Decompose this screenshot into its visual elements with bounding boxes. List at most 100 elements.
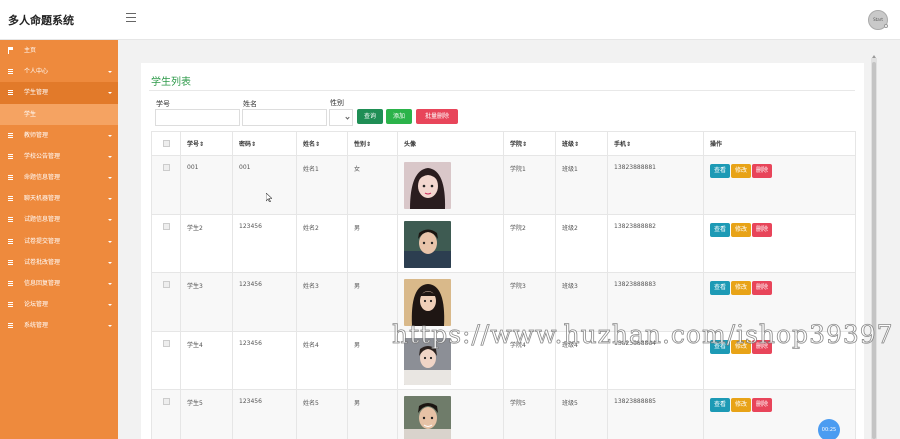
sidebar-subitem-student[interactable]: 学生 xyxy=(0,103,118,125)
scroll-up-icon[interactable] xyxy=(872,55,876,58)
cell-student-no: 学生2 xyxy=(180,213,233,273)
scrollbar-thumb[interactable] xyxy=(872,62,876,439)
row-checkbox[interactable] xyxy=(151,272,181,332)
student-table: 学号⇕ 密码⇕ 姓名⇕ 性别⇕ 头像 学院⇕ 班级⇕ 手机⇕ 操作 001 00… xyxy=(151,131,856,439)
sidebar-item-proposition-info[interactable]: 命题信息管理 xyxy=(0,167,118,188)
edit-button[interactable]: 修改 xyxy=(731,164,752,178)
list-icon xyxy=(8,174,13,180)
chevron-down-icon xyxy=(108,134,112,137)
sidebar-item-reply-info[interactable]: 信息回复管理 xyxy=(0,273,118,294)
cell-password: 123456 xyxy=(232,272,297,332)
list-icon xyxy=(8,196,13,202)
cell-phone: 13823888882 xyxy=(607,213,704,273)
cell-student-no: 001 xyxy=(180,155,233,215)
user-avatar[interactable]: Start xyxy=(868,10,888,30)
row-checkbox[interactable] xyxy=(151,389,181,439)
column-header[interactable]: 性别⇕ xyxy=(347,131,398,156)
sidebar-item-paper-grading[interactable]: 试卷批改管理 xyxy=(0,252,118,273)
chevron-down-icon xyxy=(108,176,112,179)
cell-avatar xyxy=(397,389,504,439)
row-checkbox[interactable] xyxy=(151,213,181,273)
student-photo xyxy=(404,396,451,439)
cell-college: 学院2 xyxy=(503,213,556,273)
table-row: 学生2 123456 姓名2 男 学院2 班级2 13823888882 查看修… xyxy=(151,213,856,273)
cell-password: 123456 xyxy=(232,213,297,273)
column-header[interactable]: 密码⇕ xyxy=(232,131,297,156)
floating-badge[interactable]: 00:25 xyxy=(818,419,840,439)
sidebar-item-label: 试题信息管理 xyxy=(24,216,61,224)
select-all-checkbox[interactable] xyxy=(151,131,181,156)
sidebar-item-label: 论坛管理 xyxy=(24,301,49,309)
sidebar-item-label: 试卷提交管理 xyxy=(24,237,61,245)
cell-name: 姓名5 xyxy=(296,389,348,439)
student-no-label: 学号 xyxy=(156,100,170,108)
name-label: 姓名 xyxy=(243,100,257,108)
student-photo xyxy=(404,162,451,209)
chevron-down-icon xyxy=(108,198,112,201)
list-icon xyxy=(8,302,13,308)
sidebar-item-personal-center[interactable]: 个人中心 xyxy=(0,61,118,82)
sidebar-item-question-info[interactable]: 试题信息管理 xyxy=(0,209,118,230)
delete-button[interactable]: 删除 xyxy=(752,281,773,295)
edit-button[interactable]: 修改 xyxy=(731,222,752,237)
cell-phone: 13823888885 xyxy=(607,389,704,439)
cell-gender: 男 xyxy=(347,389,398,439)
query-button[interactable]: 查询 xyxy=(357,109,383,124)
cell-avatar xyxy=(397,213,504,273)
chevron-down-icon xyxy=(108,71,112,74)
chevron-down-icon xyxy=(108,155,112,158)
delete-button[interactable]: 删除 xyxy=(752,398,773,412)
delete-button[interactable]: 删除 xyxy=(752,164,773,178)
cell-actions: 查看 修改 删除 xyxy=(703,213,856,273)
list-icon xyxy=(8,132,13,138)
sidebar-item-home[interactable]: 主页 xyxy=(0,40,118,61)
list-icon xyxy=(8,69,13,75)
sidebar-item-teacher-management[interactable]: 教师管理 xyxy=(0,125,118,146)
cell-student-no: 学生3 xyxy=(180,272,233,332)
name-input[interactable] xyxy=(242,109,327,126)
title-divider xyxy=(149,90,855,91)
cell-name: 姓名4 xyxy=(296,330,348,390)
status-dot-icon xyxy=(884,24,888,28)
sidebar-item-paper-submit[interactable]: 试卷提交管理 xyxy=(0,231,118,252)
view-button[interactable]: 查看 xyxy=(710,281,731,295)
edit-button[interactable]: 修改 xyxy=(731,398,752,412)
column-header[interactable]: 手机⇕ xyxy=(607,131,704,156)
row-checkbox[interactable] xyxy=(151,330,181,390)
cell-gender: 女 xyxy=(347,155,398,215)
menu-toggle-icon[interactable] xyxy=(126,13,136,22)
cell-college: 学院1 xyxy=(503,155,556,215)
cell-gender: 男 xyxy=(347,272,398,332)
add-button[interactable]: 添加 xyxy=(386,109,412,124)
sidebar-item-system[interactable]: 系统管理 xyxy=(0,315,118,336)
column-header[interactable]: 学院⇕ xyxy=(503,131,556,156)
row-checkbox[interactable] xyxy=(151,155,181,215)
delete-button[interactable]: 删除 xyxy=(752,222,773,237)
cell-password: 001 xyxy=(232,155,297,215)
view-button[interactable]: 查看 xyxy=(710,222,731,237)
sidebar-item-label: 试卷批改管理 xyxy=(24,258,61,266)
cell-password: 123456 xyxy=(232,330,297,390)
batch-delete-button[interactable]: 批量删除 xyxy=(416,109,458,124)
cell-class: 班级5 xyxy=(555,389,608,439)
student-no-input[interactable] xyxy=(155,109,240,126)
edit-button[interactable]: 修改 xyxy=(731,281,752,295)
avatar-text: Start xyxy=(873,17,883,22)
sidebar: 主页 个人中心 学生管理 学生 教师管理 学校公告管理 命题信息管理 聊天机器管… xyxy=(0,40,118,439)
sidebar-item-chatbot[interactable]: 聊天机器管理 xyxy=(0,188,118,209)
column-header: 操作 xyxy=(703,131,856,156)
column-header[interactable]: 姓名⇕ xyxy=(296,131,348,156)
view-button[interactable]: 查看 xyxy=(710,398,731,412)
sidebar-item-label: 信息回复管理 xyxy=(24,279,61,287)
list-icon xyxy=(8,323,13,329)
sidebar-item-student-management[interactable]: 学生管理 xyxy=(0,82,118,104)
cell-name: 姓名3 xyxy=(296,272,348,332)
view-button[interactable]: 查看 xyxy=(710,164,731,178)
column-header[interactable]: 学号⇕ xyxy=(180,131,233,156)
app-title: 多人命题系统 xyxy=(8,14,74,27)
list-icon xyxy=(8,238,13,244)
cell-college: 学院5 xyxy=(503,389,556,439)
sidebar-item-school-notice[interactable]: 学校公告管理 xyxy=(0,146,118,167)
sidebar-item-forum[interactable]: 论坛管理 xyxy=(0,294,118,315)
column-header[interactable]: 班级⇕ xyxy=(555,131,608,156)
